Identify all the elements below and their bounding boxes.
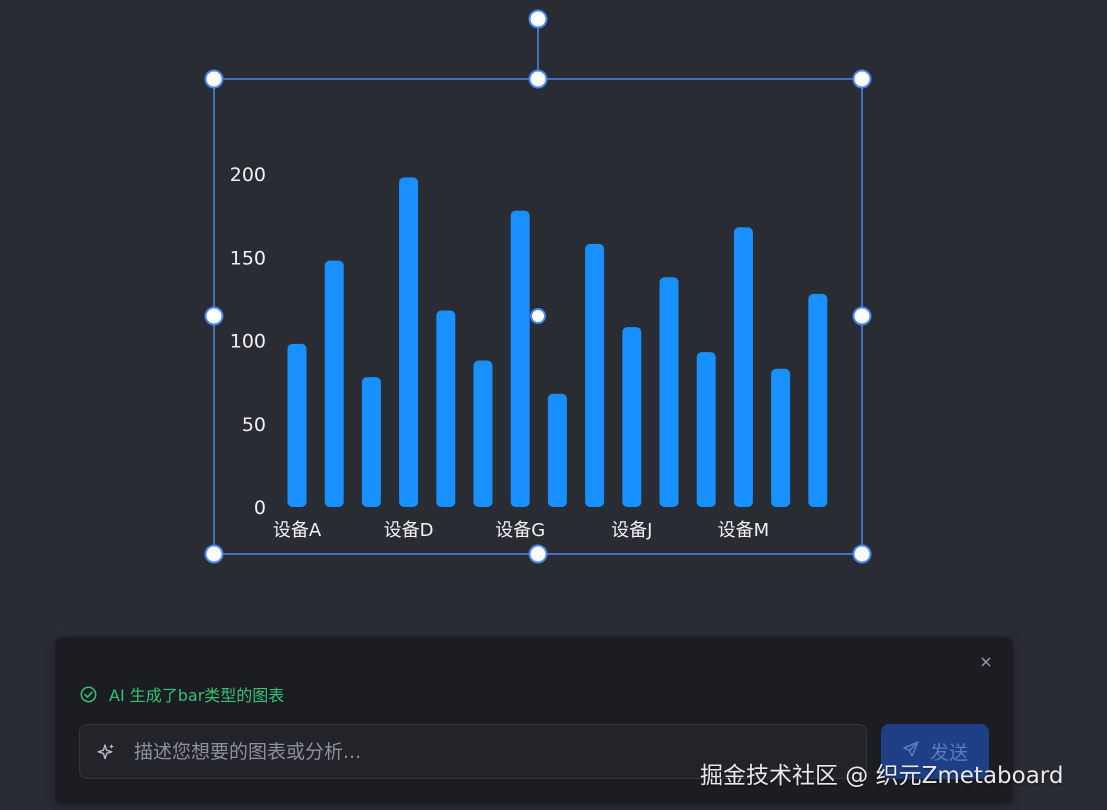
- check-circle-icon: [80, 686, 97, 703]
- bar-设备A[interactable]: [287, 343, 307, 507]
- bar-设备D[interactable]: [399, 177, 419, 507]
- x-tick-label: 设备A: [273, 520, 322, 541]
- resize-handle-bottom-right[interactable]: [852, 544, 872, 564]
- center-handle[interactable]: [530, 308, 546, 324]
- bar-设备B[interactable]: [324, 260, 344, 507]
- sparkle-icon: [96, 742, 116, 762]
- watermark: 掘金技术社区 @ 织元Zmetaboard: [700, 763, 1064, 789]
- bar-设备O[interactable]: [808, 293, 828, 507]
- y-tick-label: 100: [230, 331, 266, 353]
- y-tick-label: 0: [254, 497, 266, 519]
- bar-chart[interactable]: 0 50 100 150 200 设备A 设备D 设备G 设备J 设备M: [0, 0, 1107, 600]
- bar-设备L[interactable]: [696, 352, 716, 507]
- x-tick-label: 设备J: [611, 520, 652, 541]
- resize-handle-top[interactable]: [528, 69, 548, 89]
- bar-设备J[interactable]: [622, 327, 642, 507]
- bar-设备F[interactable]: [473, 360, 493, 507]
- y-tick-label: 200: [230, 164, 266, 186]
- bar-series: [287, 177, 828, 507]
- bar-设备G[interactable]: [510, 210, 530, 507]
- bar-设备N[interactable]: [771, 368, 791, 507]
- status-text: AI 生成了bar类型的图表: [109, 686, 285, 705]
- resize-handle-top-left[interactable]: [204, 69, 224, 89]
- x-tick-label: 设备G: [495, 520, 545, 541]
- resize-handle-right[interactable]: [852, 306, 872, 326]
- y-axis-ticks: 0 50 100 150 200: [230, 164, 266, 519]
- resize-handle-left[interactable]: [204, 306, 224, 326]
- bar-设备M[interactable]: [733, 227, 753, 507]
- y-tick-label: 50: [242, 414, 266, 436]
- y-tick-label: 150: [230, 247, 266, 269]
- close-button[interactable]: ×: [977, 653, 995, 671]
- x-tick-label: 设备D: [384, 520, 434, 541]
- canvas: 0 50 100 150 200 设备A 设备D 设备G 设备J 设备M × A…: [0, 0, 1107, 810]
- x-axis-ticks: 设备A 设备D 设备G 设备J 设备M: [273, 520, 769, 541]
- resize-handle-top-right[interactable]: [852, 69, 872, 89]
- bar-设备E[interactable]: [436, 310, 456, 507]
- x-tick-label: 设备M: [718, 520, 770, 541]
- resize-handle-bottom-left[interactable]: [204, 544, 224, 564]
- bar-设备K[interactable]: [659, 277, 679, 507]
- bar-设备C[interactable]: [361, 377, 381, 507]
- bar-设备H[interactable]: [547, 393, 567, 507]
- rotate-handle[interactable]: [528, 9, 548, 29]
- status-message: AI 生成了bar类型的图表: [80, 682, 284, 706]
- bar-设备I[interactable]: [585, 243, 605, 507]
- resize-handle-bottom[interactable]: [528, 544, 548, 564]
